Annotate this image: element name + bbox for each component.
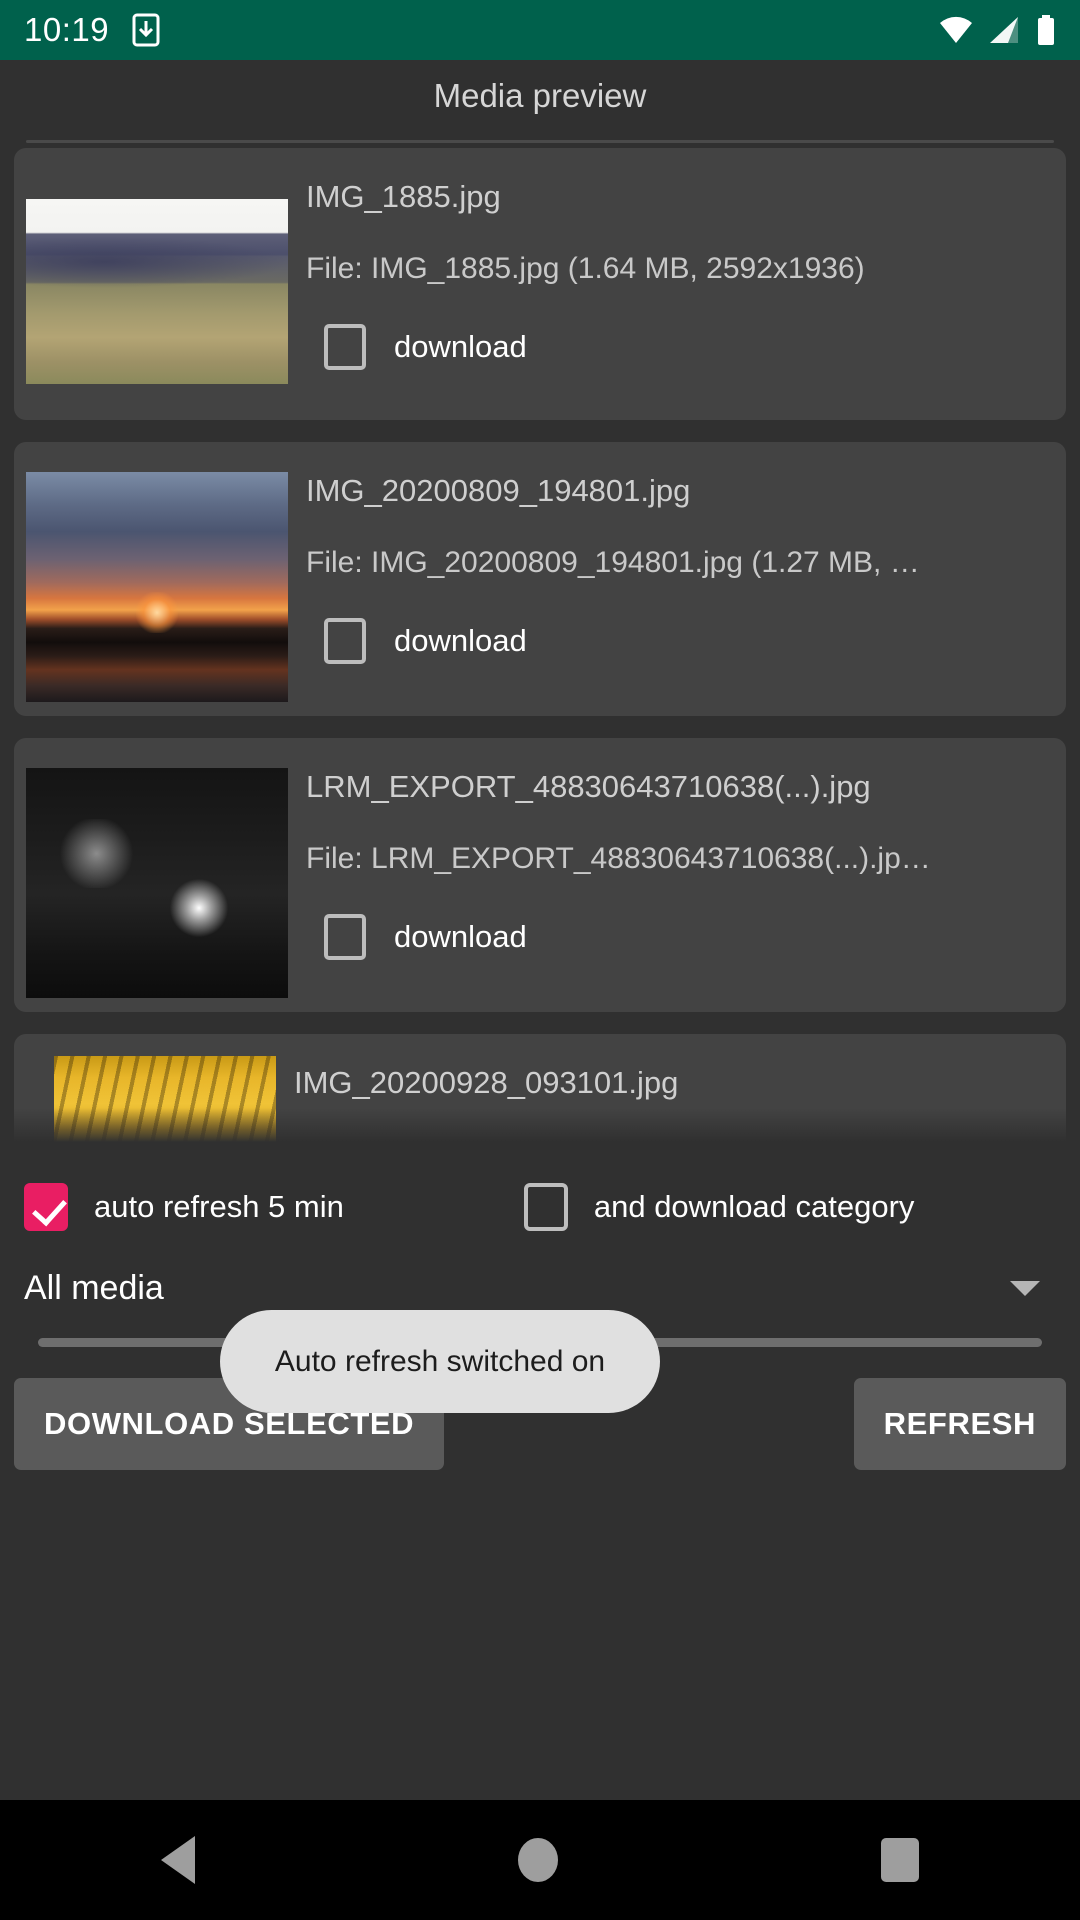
- list-item[interactable]: LRM_EXPORT_48830643710638(...).jpg File:…: [14, 738, 1066, 1012]
- media-title: LRM_EXPORT_48830643710638(...).jpg: [306, 768, 1048, 807]
- back-icon[interactable]: [161, 1836, 195, 1884]
- media-title: IMG_20200928_093101.jpg: [294, 1064, 1048, 1103]
- status-bar-clock: 10:19: [24, 11, 109, 49]
- auto-refresh-option[interactable]: auto refresh 5 min: [24, 1183, 344, 1231]
- cellular-signal-icon: [988, 15, 1022, 45]
- media-list[interactable]: IMG_1885.jpg File: IMG_1885.jpg (1.64 MB…: [0, 148, 1080, 1148]
- download-category-label: and download category: [594, 1189, 915, 1225]
- category-spinner-value: All media: [24, 1269, 164, 1308]
- download-category-option[interactable]: and download category: [524, 1183, 915, 1231]
- chevron-down-icon[interactable]: [1010, 1281, 1040, 1296]
- download-checkbox[interactable]: [324, 324, 366, 370]
- media-thumbnail[interactable]: [26, 472, 288, 702]
- auto-refresh-checkbox[interactable]: [24, 1183, 68, 1231]
- bottom-controls: auto refresh 5 min and download category…: [0, 1148, 1080, 1308]
- download-checkbox-row[interactable]: download: [306, 618, 1048, 664]
- recents-icon[interactable]: [881, 1838, 919, 1882]
- download-checkbox-label: download: [394, 623, 527, 659]
- system-navigation-bar: [0, 1800, 1080, 1920]
- download-checkbox-label: download: [394, 919, 527, 955]
- status-bar-notification-icons: [131, 13, 161, 47]
- download-checkbox[interactable]: [324, 914, 366, 960]
- media-thumbnail[interactable]: [26, 199, 288, 384]
- status-bar-system-icons: [938, 14, 1056, 46]
- header-divider: [26, 140, 1054, 143]
- wifi-icon: [938, 15, 974, 45]
- media-file-info: File: IMG_1885.jpg (1.64 MB, 2592x1936): [306, 250, 1048, 288]
- list-item[interactable]: IMG_20200809_194801.jpg File: IMG_202008…: [14, 442, 1066, 716]
- auto-refresh-label: auto refresh 5 min: [94, 1189, 344, 1225]
- list-item[interactable]: IMG_1885.jpg File: IMG_1885.jpg (1.64 MB…: [14, 148, 1066, 420]
- media-title: IMG_1885.jpg: [306, 178, 1048, 217]
- app-root: 10:19 Media preview: [0, 0, 1080, 1920]
- list-bottom-fade: [0, 1108, 1080, 1148]
- refresh-button[interactable]: REFRESH: [854, 1378, 1066, 1470]
- download-icon: [131, 13, 161, 47]
- page-title: Media preview: [434, 77, 647, 115]
- media-file-info: File: LRM_EXPORT_48830643710638(...).jp…: [306, 840, 1048, 878]
- download-checkbox-row[interactable]: download: [306, 324, 1048, 370]
- media-file-info: File: IMG_20200809_194801.jpg (1.27 MB, …: [306, 544, 1048, 582]
- download-checkbox[interactable]: [324, 618, 366, 664]
- title-bar: Media preview: [0, 60, 1080, 132]
- toast-message: Auto refresh switched on: [220, 1310, 660, 1413]
- options-row: auto refresh 5 min and download category: [0, 1148, 1080, 1231]
- download-checkbox-label: download: [394, 329, 527, 365]
- category-spinner[interactable]: All media: [0, 1231, 1080, 1308]
- download-category-checkbox[interactable]: [524, 1183, 568, 1231]
- status-bar: 10:19: [0, 0, 1080, 60]
- battery-icon: [1036, 14, 1056, 46]
- media-thumbnail[interactable]: [26, 768, 288, 998]
- media-title: IMG_20200809_194801.jpg: [306, 472, 1048, 511]
- download-checkbox-row[interactable]: download: [306, 914, 1048, 960]
- home-icon[interactable]: [518, 1838, 558, 1882]
